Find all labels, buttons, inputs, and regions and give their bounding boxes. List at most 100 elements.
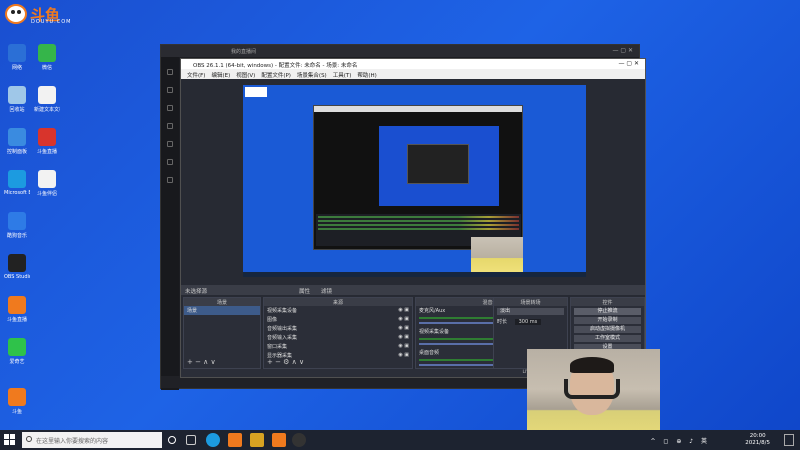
transition-select[interactable]: 淡出	[497, 308, 564, 315]
scene-buttons-icon[interactable]: + − ∧ ∨	[187, 358, 216, 366]
sources-dock: 来源 视频采集设备 ◉ ▣ 图像 ◉ ▣ 音频输出采集 ◉ ▣ 音频输入采集 ◉ ▣ 窗口采集 ◉…	[263, 297, 413, 369]
task-view-icon[interactable]	[186, 435, 196, 445]
source-item[interactable]: 音频输入采集 ◉ ▣	[264, 333, 412, 342]
desktop-icon[interactable]: 控制面板	[4, 128, 30, 155]
scenes-title: 场景	[184, 298, 260, 306]
desktop-icon[interactable]: 爱奇艺	[4, 338, 30, 365]
app-icon	[38, 44, 56, 62]
desktop-icon[interactable]: 酷狗音乐	[4, 212, 30, 239]
desktop-icon[interactable]: 斗鱼	[4, 388, 30, 415]
cortana-icon[interactable]	[168, 436, 176, 444]
sidebar-live-icon[interactable]	[167, 87, 173, 93]
control-button[interactable]: 工作室模式	[574, 335, 641, 342]
desktop-icon[interactable]: 微信	[34, 44, 60, 71]
visibility-lock-icon[interactable]: ◉ ▣	[398, 325, 409, 331]
menu-item[interactable]: 工具(T)	[333, 73, 352, 79]
app-icon	[8, 170, 26, 188]
menu-item[interactable]: 配置文件(P)	[261, 73, 291, 79]
taskbar: 在这里输入你要搜索的内容 ^ ◻ ⊕ ♪ 英 20:00 2021/8/5	[0, 430, 800, 450]
scenes-dock: 场景 场景 + − ∧ ∨	[183, 297, 261, 369]
clock-date: 2021/8/5	[745, 440, 770, 446]
source-item[interactable]: 音频输出采集 ◉ ▣	[264, 324, 412, 333]
source-item[interactable]: 图像 ◉ ▣	[264, 315, 412, 324]
headset-icon	[564, 379, 620, 399]
source-item[interactable]: 窗口采集 ◉ ▣	[264, 342, 412, 351]
douyu-companion-taskbar-icon[interactable]	[272, 433, 286, 447]
menu-item[interactable]: 文件(F)	[187, 73, 205, 79]
filters-button[interactable]: 滤镜	[321, 287, 332, 295]
obs-preview[interactable]	[243, 85, 586, 277]
menu-item[interactable]: 编辑(E)	[211, 73, 230, 79]
taskbar-search[interactable]: 在这里输入你要搜索的内容	[22, 432, 162, 448]
source-item[interactable]: 视频采集设备 ◉ ▣	[264, 306, 412, 315]
desktop-icon[interactable]: 斗鱼直播	[34, 128, 60, 155]
sidebar-game-icon[interactable]	[167, 159, 173, 165]
system-tray[interactable]: ^ ◻ ⊕ ♪ 英	[651, 436, 711, 445]
visibility-lock-icon[interactable]: ◉ ▣	[398, 316, 409, 322]
visibility-lock-icon[interactable]: ◉ ▣	[398, 334, 409, 340]
desktop-icon-label: 斗鱼伴侣	[36, 191, 57, 197]
source-name: 音频输入采集	[267, 335, 298, 341]
preview-nested-window	[407, 144, 469, 184]
windows-start-icon[interactable]	[4, 434, 16, 446]
control-button[interactable]: 启动虚拟摄像机	[574, 326, 641, 333]
control-button[interactable]: 停止推流	[574, 308, 641, 315]
app-icon	[8, 296, 26, 314]
folder-taskbar-icon[interactable]	[250, 433, 264, 447]
channel-name: 麦克风/Aux	[419, 308, 446, 314]
desktop-icon[interactable]: 回收站	[4, 86, 30, 113]
app-icon	[8, 388, 26, 406]
desktop-icon-label: 新建文本文档	[34, 107, 60, 113]
visibility-lock-icon[interactable]: ◉ ▣	[398, 352, 409, 358]
desktop-icon-label: 回收站	[9, 107, 25, 113]
window-controls-icon[interactable]: — ▢ ✕	[612, 47, 633, 54]
desktop-icon-label: 控制面板	[6, 149, 27, 155]
visibility-lock-icon[interactable]: ◉ ▣	[398, 343, 409, 349]
duration-row: 时长 300 ms	[494, 317, 567, 326]
desktop-icon-label: OBS Studio	[4, 274, 30, 280]
obs-taskbar-icon[interactable]	[292, 433, 306, 447]
sidebar-follow-icon[interactable]	[167, 105, 173, 111]
sidebar-settings-icon[interactable]	[167, 177, 173, 183]
obs-menubar: 文件(F) 编辑(E) 视图(V) 配置文件(P) 场景集合(S) 工具(T) 帮助(H)	[181, 69, 645, 79]
search-icon	[26, 436, 32, 442]
visibility-lock-icon[interactable]: ◉ ▣	[398, 307, 409, 313]
no-source-label: 未选择源	[185, 289, 208, 295]
clock[interactable]: 20:00 2021/8/5	[745, 433, 770, 447]
menu-item[interactable]: 帮助(H)	[357, 73, 376, 79]
streamer-hair	[570, 357, 614, 373]
desktop-icon[interactable]: OBS Studio	[4, 254, 30, 280]
desktop-icon-label: Microsoft Edge	[4, 190, 30, 196]
app-icon	[8, 44, 26, 62]
douyu-taskbar-icon[interactable]	[228, 433, 242, 447]
sidebar-home-icon[interactable]	[167, 69, 173, 75]
preview-logo	[245, 87, 267, 97]
menu-item[interactable]: 视图(V)	[236, 73, 255, 79]
preview-nested-desktop	[379, 126, 499, 206]
scene-item[interactable]: 场景	[184, 306, 260, 315]
desktop-icon[interactable]: 斗鱼伴侣	[34, 170, 60, 197]
sidebar-category-icon[interactable]	[167, 123, 173, 129]
desktop-icon[interactable]: 斗鱼直播	[4, 296, 30, 323]
desktop-icon-label: 爱奇艺	[9, 359, 25, 365]
desktop-icon-label: 斗鱼直播	[36, 149, 57, 155]
sidebar-video-icon[interactable]	[167, 141, 173, 147]
douyu-fish-icon	[5, 4, 27, 24]
app-icon	[8, 338, 26, 356]
source-buttons-icon[interactable]: + − ⚙ ∧ ∨	[267, 358, 304, 366]
clock-time: 20:00	[749, 433, 766, 439]
desktop-icon[interactable]: Microsoft Edge	[4, 170, 30, 196]
properties-button[interactable]: 属性	[299, 287, 310, 295]
control-button[interactable]: 开始录制	[574, 317, 641, 324]
menu-item[interactable]: 场景集合(S)	[297, 73, 327, 79]
duration-input[interactable]: 300 ms	[514, 319, 542, 325]
notification-icon[interactable]	[784, 434, 794, 446]
preview-taskbar	[243, 272, 586, 277]
edge-taskbar-icon[interactable]	[206, 433, 220, 447]
obs-window-controls-icon[interactable]: — ▢ ✕	[618, 60, 639, 67]
desktop-icon[interactable]: 网络	[4, 44, 30, 71]
app-icon	[38, 86, 56, 104]
desktop-icon[interactable]: 新建文本文档	[34, 86, 60, 113]
app-icon	[38, 170, 56, 188]
source-toolbar: 未选择源 属性 滤镜	[181, 285, 645, 295]
